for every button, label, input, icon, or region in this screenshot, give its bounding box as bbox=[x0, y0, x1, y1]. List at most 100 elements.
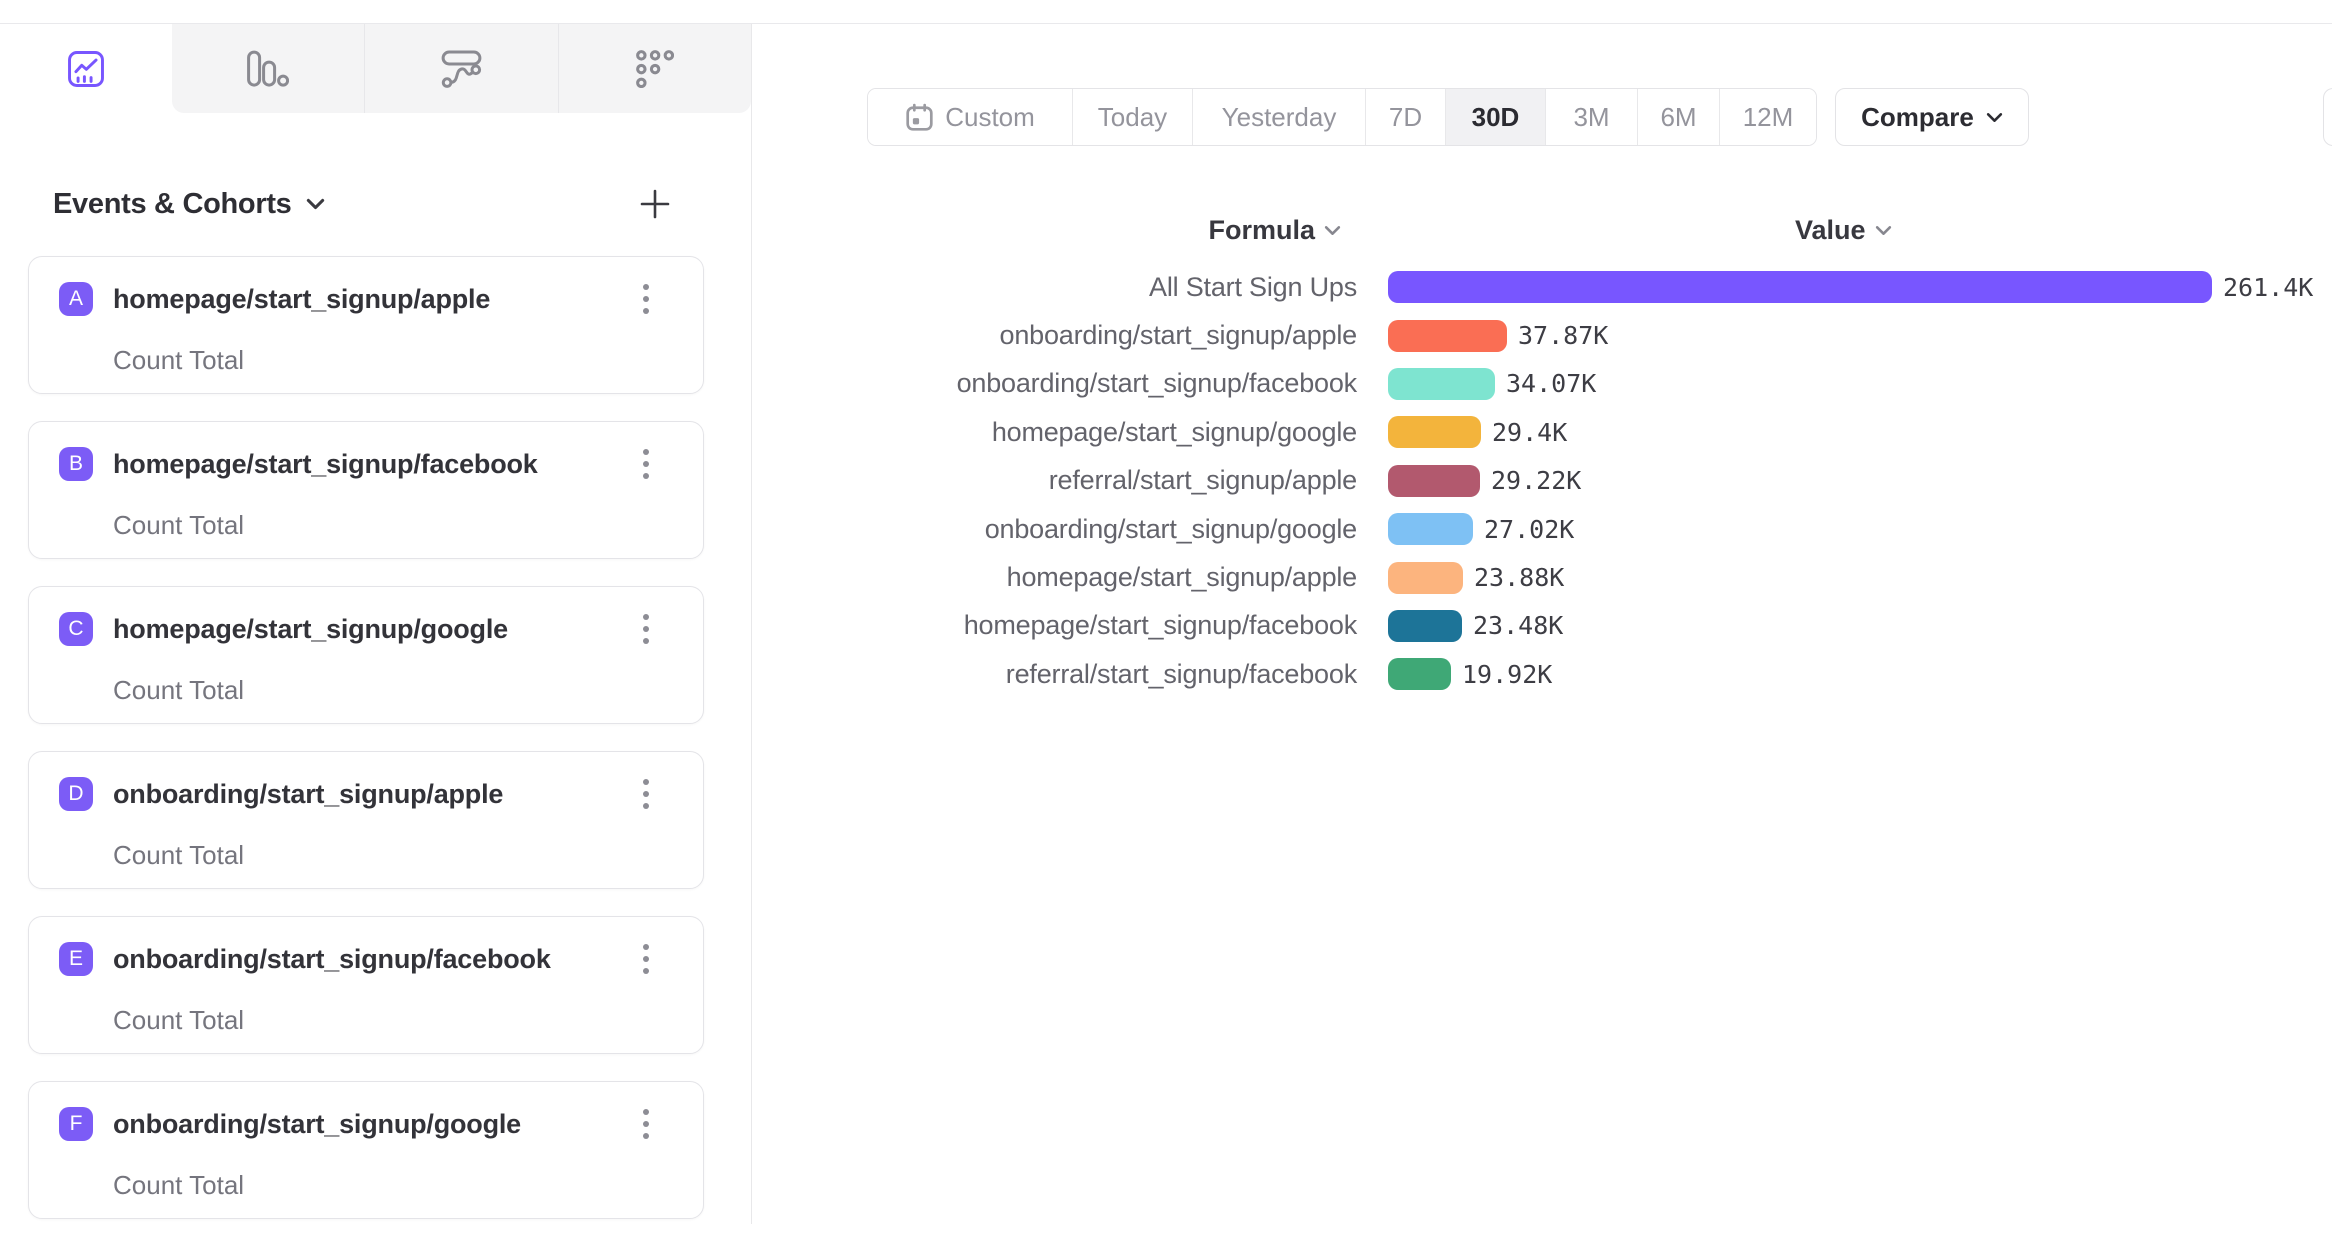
chart-type-tabbar bbox=[0, 24, 752, 113]
value-column-header[interactable]: Value bbox=[1795, 212, 1892, 248]
chart-bar[interactable] bbox=[1388, 465, 1480, 497]
kebab-menu-icon[interactable] bbox=[631, 1106, 661, 1142]
chart-bar[interactable] bbox=[1388, 320, 1507, 352]
partial-button[interactable] bbox=[2323, 88, 2332, 146]
chart-row: onboarding/start_signup/apple 37.87K bbox=[752, 311, 2332, 359]
event-card[interactable]: D onboarding/start_signup/apple Count To… bbox=[28, 751, 704, 889]
formula-column-header[interactable]: Formula bbox=[752, 212, 1341, 248]
top-bar bbox=[0, 0, 2332, 24]
flows-icon bbox=[441, 49, 482, 89]
event-card[interactable]: C homepage/start_signup/google Count Tot… bbox=[28, 586, 704, 724]
tab-insights[interactable] bbox=[0, 24, 172, 113]
date-range-option[interactable]: 3M bbox=[1545, 89, 1637, 145]
date-range-option[interactable]: Today bbox=[1072, 89, 1192, 145]
date-range-option-label: 3M bbox=[1573, 102, 1609, 133]
chart-row-label: onboarding/start_signup/apple bbox=[752, 320, 1357, 351]
date-range-segmented-control: Custom Today Yesterday 7D 30D 3M 6M 12M bbox=[867, 88, 1817, 146]
chart-row-label: homepage/start_signup/google bbox=[752, 417, 1357, 448]
chart-panel: Custom Today Yesterday 7D 30D 3M 6M 12M … bbox=[752, 24, 2332, 1224]
kebab-menu-icon[interactable] bbox=[631, 776, 661, 812]
date-range-option-label: 7D bbox=[1389, 102, 1422, 133]
chart-row-value: 23.88K bbox=[1474, 563, 1564, 592]
bar-chart: All Start Sign Ups 261.4K onboarding/sta… bbox=[752, 263, 2332, 699]
date-range-option[interactable]: Yesterday bbox=[1192, 89, 1365, 145]
compare-button[interactable]: Compare bbox=[1835, 88, 2029, 146]
chart-bar[interactable] bbox=[1388, 416, 1481, 448]
chart-row-value: 27.02K bbox=[1484, 515, 1574, 544]
retention-icon bbox=[636, 50, 674, 88]
event-letter-badge: F bbox=[59, 1107, 93, 1141]
tab-bar-chart[interactable] bbox=[172, 24, 364, 113]
event-metric-label: Count Total bbox=[113, 510, 244, 541]
chart-row-label: referral/start_signup/apple bbox=[752, 465, 1357, 496]
chart-row: homepage/start_signup/google 29.4K bbox=[752, 408, 2332, 456]
chevron-down-icon bbox=[1986, 112, 2003, 123]
date-range-option[interactable]: 6M bbox=[1637, 89, 1719, 145]
date-range-option[interactable]: 7D bbox=[1365, 89, 1445, 145]
chevron-down-icon bbox=[1875, 225, 1892, 236]
chart-row-value: 37.87K bbox=[1518, 321, 1608, 350]
event-metric-label: Count Total bbox=[113, 840, 244, 871]
kebab-menu-icon[interactable] bbox=[631, 446, 661, 482]
event-name-label: onboarding/start_signup/apple bbox=[113, 779, 503, 810]
chart-row: All Start Sign Ups 261.4K bbox=[752, 263, 2332, 311]
event-name-label: onboarding/start_signup/facebook bbox=[113, 944, 551, 975]
chart-row-value: 261.4K bbox=[2223, 273, 2313, 302]
line-chart-icon bbox=[67, 50, 105, 88]
chart-row: referral/start_signup/apple 29.22K bbox=[752, 457, 2332, 505]
chart-bar[interactable] bbox=[1388, 513, 1473, 545]
event-letter-badge: C bbox=[59, 612, 93, 646]
chart-row-label: referral/start_signup/facebook bbox=[752, 659, 1357, 690]
chart-bar[interactable] bbox=[1388, 562, 1463, 594]
event-card-list: A homepage/start_signup/apple Count Tota… bbox=[28, 256, 704, 1246]
date-range-option-label: Yesterday bbox=[1222, 102, 1337, 133]
tab-flows[interactable] bbox=[364, 24, 557, 113]
date-range-option[interactable]: Custom bbox=[868, 89, 1072, 145]
date-range-option-label: Custom bbox=[945, 102, 1035, 133]
kebab-menu-icon[interactable] bbox=[631, 611, 661, 647]
chart-row: referral/start_signup/facebook 19.92K bbox=[752, 650, 2332, 698]
chart-bar[interactable] bbox=[1388, 658, 1451, 690]
compare-button-label: Compare bbox=[1861, 102, 1974, 133]
add-event-button[interactable] bbox=[636, 185, 674, 223]
date-range-option-label: 30D bbox=[1472, 102, 1520, 133]
chart-row-label: homepage/start_signup/apple bbox=[752, 562, 1357, 593]
date-range-option-label: Today bbox=[1098, 102, 1167, 133]
chart-bar[interactable] bbox=[1388, 368, 1495, 400]
chart-row-value: 29.4K bbox=[1492, 418, 1567, 447]
event-card[interactable]: B homepage/start_signup/facebook Count T… bbox=[28, 421, 704, 559]
kebab-menu-icon[interactable] bbox=[631, 941, 661, 977]
event-card[interactable]: A homepage/start_signup/apple Count Tota… bbox=[28, 256, 704, 394]
chart-bar[interactable] bbox=[1388, 610, 1462, 642]
plus-icon bbox=[637, 186, 673, 222]
date-range-option[interactable]: 12M bbox=[1719, 89, 1816, 145]
chart-row: onboarding/start_signup/facebook 34.07K bbox=[752, 360, 2332, 408]
event-metric-label: Count Total bbox=[113, 345, 244, 376]
chart-row-value: 29.22K bbox=[1491, 466, 1581, 495]
query-builder-sidebar: Events & Cohorts A homepage/start_signup… bbox=[0, 24, 752, 1224]
event-name-label: onboarding/start_signup/google bbox=[113, 1109, 521, 1140]
chevron-down-icon bbox=[1324, 225, 1341, 236]
event-card[interactable]: F onboarding/start_signup/google Count T… bbox=[28, 1081, 704, 1219]
event-card[interactable]: E onboarding/start_signup/facebook Count… bbox=[28, 916, 704, 1054]
event-letter-badge: E bbox=[59, 942, 93, 976]
tab-retention[interactable] bbox=[558, 24, 751, 113]
events-section-title[interactable]: Events & Cohorts bbox=[53, 188, 292, 221]
chevron-down-icon bbox=[306, 198, 325, 210]
date-range-option-label: 12M bbox=[1743, 102, 1794, 133]
chart-row: homepage/start_signup/facebook 23.48K bbox=[752, 602, 2332, 650]
date-range-option-label: 6M bbox=[1660, 102, 1696, 133]
events-section-header: Events & Cohorts bbox=[53, 184, 674, 224]
kebab-menu-icon[interactable] bbox=[631, 281, 661, 317]
bar-chart-icon bbox=[247, 50, 289, 87]
chart-bar[interactable] bbox=[1388, 271, 2212, 303]
chart-row-label: homepage/start_signup/facebook bbox=[752, 610, 1357, 641]
event-name-label: homepage/start_signup/facebook bbox=[113, 449, 538, 480]
chart-row-label: onboarding/start_signup/google bbox=[752, 514, 1357, 545]
chart-row-value: 34.07K bbox=[1506, 369, 1596, 398]
chart-row-value: 23.48K bbox=[1473, 611, 1563, 640]
event-metric-label: Count Total bbox=[113, 1005, 244, 1036]
date-range-option[interactable]: 30D bbox=[1445, 89, 1545, 145]
date-range-bar: Custom Today Yesterday 7D 30D 3M 6M 12M bbox=[867, 88, 1817, 146]
chart-row: onboarding/start_signup/google 27.02K bbox=[752, 505, 2332, 553]
